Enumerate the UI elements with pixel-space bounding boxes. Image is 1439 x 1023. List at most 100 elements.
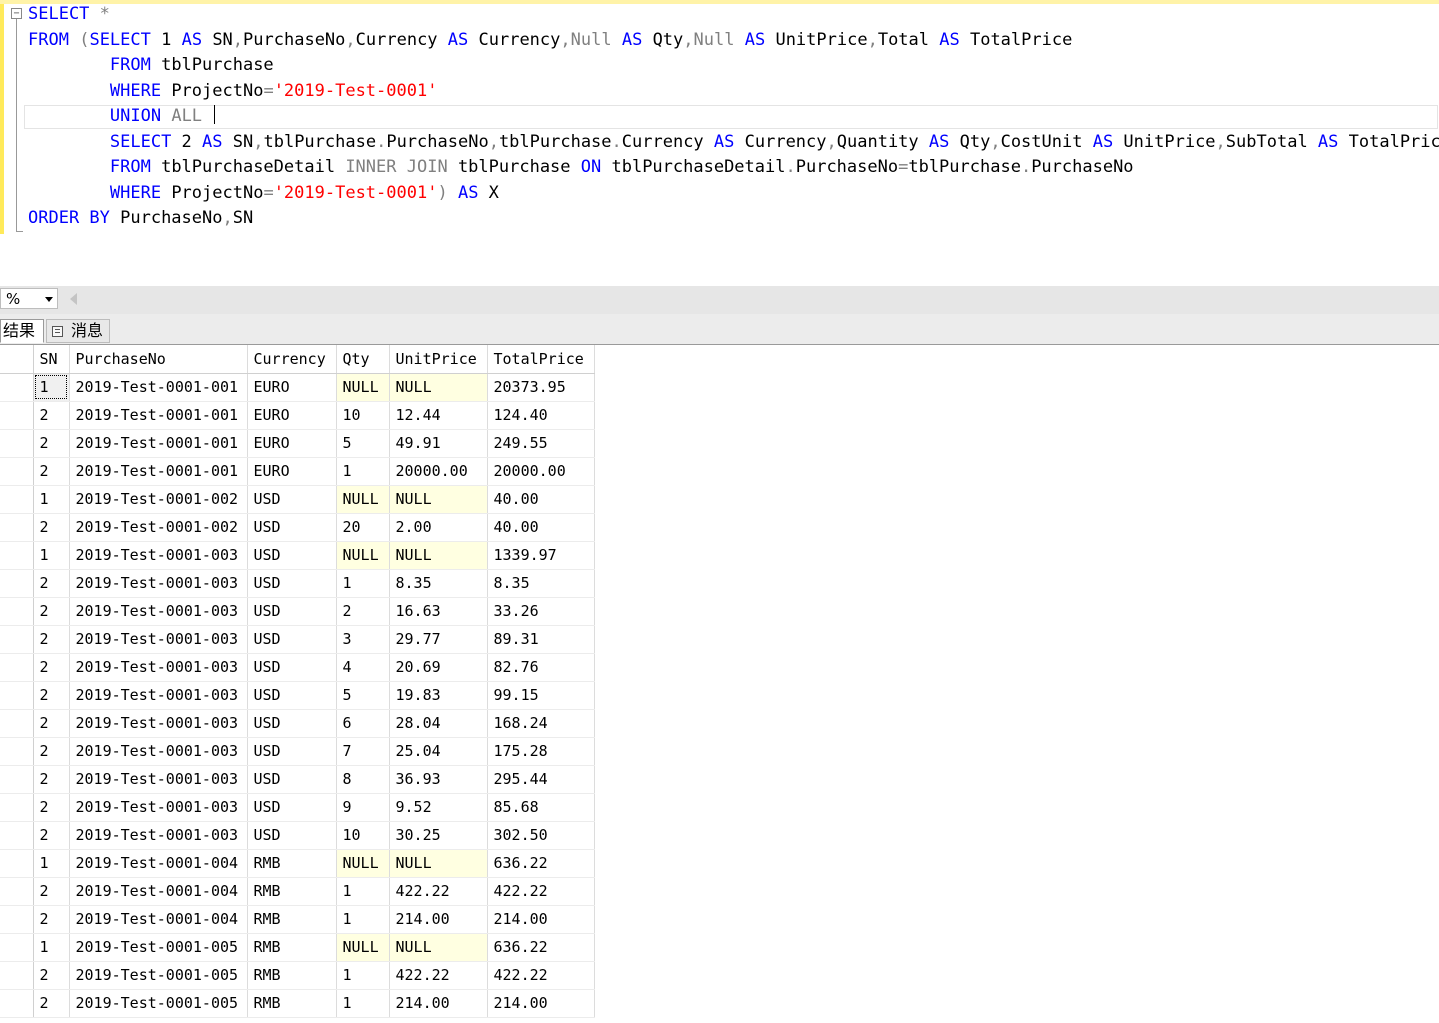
row-header[interactable] (0, 737, 34, 766)
table-cell[interactable]: EURO (247, 373, 337, 402)
table-cell[interactable]: 214.00 (389, 905, 488, 934)
table-cell[interactable]: 2019-Test-0001-004 (69, 877, 248, 906)
row-header[interactable] (0, 905, 34, 934)
table-cell[interactable]: USD (247, 513, 337, 542)
table-cell[interactable]: 2 (33, 793, 70, 822)
chevron-down-icon[interactable] (45, 297, 53, 302)
table-cell[interactable]: NULL (389, 849, 488, 878)
table-cell[interactable]: 214.00 (389, 989, 488, 1018)
table-row[interactable]: 2 2019-Test-0001-004 RMB 1 422.22 422.22 (0, 877, 595, 906)
table-cell[interactable]: 20373.95 (487, 373, 595, 402)
table-cell[interactable]: 2019-Test-0001-003 (69, 597, 248, 626)
table-cell[interactable]: NULL (336, 373, 390, 402)
table-cell[interactable]: 2 (336, 597, 390, 626)
table-cell[interactable]: 1 (33, 933, 70, 962)
row-header[interactable] (0, 569, 34, 598)
table-cell[interactable]: USD (247, 821, 337, 850)
table-cell[interactable]: USD (247, 541, 337, 570)
table-cell[interactable]: 2019-Test-0001-003 (69, 793, 248, 822)
table-cell[interactable]: 4 (336, 653, 390, 682)
table-cell[interactable]: 2019-Test-0001-005 (69, 933, 248, 962)
table-cell[interactable]: 2019-Test-0001-001 (69, 373, 248, 402)
table-cell[interactable]: 2 (33, 401, 70, 430)
table-row[interactable]: 2 2019-Test-0001-003 USD 10 30.25 302.50 (0, 821, 595, 850)
table-cell[interactable]: 422.22 (389, 961, 488, 990)
table-row[interactable]: 1 2019-Test-0001-005 RMB NULL NULL 636.22 (0, 933, 595, 962)
table-cell[interactable]: 422.22 (487, 877, 595, 906)
table-cell[interactable]: NULL (336, 485, 390, 514)
table-cell[interactable]: NULL (389, 541, 488, 570)
table-cell[interactable]: 1 (336, 905, 390, 934)
table-cell[interactable]: 8.35 (487, 569, 595, 598)
row-header[interactable] (0, 457, 34, 486)
table-cell[interactable]: RMB (247, 989, 337, 1018)
table-cell[interactable]: NULL (389, 485, 488, 514)
table-cell[interactable]: RMB (247, 877, 337, 906)
table-cell[interactable]: 2 (33, 429, 70, 458)
row-header[interactable] (0, 933, 34, 962)
table-cell[interactable]: 40.00 (487, 485, 595, 514)
tab-messages[interactable]: 消息 (46, 319, 110, 343)
table-cell[interactable]: 168.24 (487, 709, 595, 738)
table-cell[interactable]: 9 (336, 793, 390, 822)
table-cell[interactable]: 36.93 (389, 765, 488, 794)
table-row[interactable]: 2 2019-Test-0001-004 RMB 1 214.00 214.00 (0, 905, 595, 934)
table-cell[interactable]: RMB (247, 905, 337, 934)
row-header[interactable] (0, 485, 34, 514)
table-cell[interactable]: 2019-Test-0001-003 (69, 709, 248, 738)
table-cell[interactable]: 175.28 (487, 737, 595, 766)
table-row[interactable]: 2 2019-Test-0001-003 USD 2 16.63 33.26 (0, 597, 595, 626)
table-cell[interactable]: 99.15 (487, 681, 595, 710)
table-cell[interactable]: 2 (33, 821, 70, 850)
table-cell[interactable]: 2019-Test-0001-003 (69, 765, 248, 794)
code-line[interactable]: FROM tblPurchase (28, 53, 274, 78)
code-line[interactable]: FROM tblPurchaseDetail INNER JOIN tblPur… (28, 155, 1134, 180)
table-cell[interactable]: RMB (247, 961, 337, 990)
table-row[interactable]: 2 2019-Test-0001-002 USD 20 2.00 40.00 (0, 513, 595, 542)
table-cell[interactable]: 2019-Test-0001-003 (69, 541, 248, 570)
table-cell[interactable]: RMB (247, 933, 337, 962)
table-cell[interactable]: 25.04 (389, 737, 488, 766)
row-header[interactable] (0, 681, 34, 710)
table-cell[interactable]: USD (247, 681, 337, 710)
table-row[interactable]: 2 2019-Test-0001-001 EURO 1 20000.00 20000.00 (0, 457, 595, 486)
table-cell[interactable]: 1 (336, 457, 390, 486)
table-cell[interactable]: EURO (247, 401, 337, 430)
table-row[interactable]: 1 2019-Test-0001-001 EURO NULL NULL 20373.95 (0, 373, 595, 402)
column-header-qty[interactable]: Qty (336, 345, 390, 374)
table-cell[interactable]: USD (247, 569, 337, 598)
table-cell[interactable]: 1339.97 (487, 541, 595, 570)
table-row[interactable]: 2 2019-Test-0001-003 USD 9 9.52 85.68 (0, 793, 595, 822)
table-cell[interactable]: USD (247, 709, 337, 738)
table-cell[interactable]: 636.22 (487, 933, 595, 962)
table-cell[interactable]: 16.63 (389, 597, 488, 626)
table-cell[interactable]: 2019-Test-0001-001 (69, 457, 248, 486)
table-cell[interactable]: 89.31 (487, 625, 595, 654)
table-cell[interactable]: 2 (33, 961, 70, 990)
row-header[interactable] (0, 401, 34, 430)
table-cell[interactable]: 8 (336, 765, 390, 794)
table-cell[interactable]: 1 (33, 849, 70, 878)
table-cell[interactable]: 2 (33, 569, 70, 598)
code-line[interactable]: SELECT * (28, 2, 110, 27)
row-header[interactable] (0, 849, 34, 878)
table-cell[interactable]: 2019-Test-0001-001 (69, 429, 248, 458)
table-cell[interactable]: 30.25 (389, 821, 488, 850)
table-cell[interactable]: 10 (336, 401, 390, 430)
table-cell[interactable]: 5 (336, 681, 390, 710)
table-cell[interactable]: 6 (336, 709, 390, 738)
table-cell[interactable]: 1 (33, 485, 70, 514)
table-cell[interactable]: 1 (336, 989, 390, 1018)
row-header[interactable] (0, 513, 34, 542)
table-cell[interactable]: 2019-Test-0001-003 (69, 681, 248, 710)
table-cell[interactable]: 2.00 (389, 513, 488, 542)
table-cell[interactable]: 124.40 (487, 401, 595, 430)
table-cell[interactable]: 295.44 (487, 765, 595, 794)
table-cell[interactable]: 20000.00 (487, 457, 595, 486)
table-cell[interactable]: NULL (336, 849, 390, 878)
row-header[interactable] (0, 793, 34, 822)
table-cell[interactable]: 2 (33, 653, 70, 682)
code-line[interactable]: WHERE ProjectNo='2019-Test-0001' (28, 79, 438, 104)
table-cell[interactable]: 1 (336, 877, 390, 906)
row-header[interactable] (0, 653, 34, 682)
